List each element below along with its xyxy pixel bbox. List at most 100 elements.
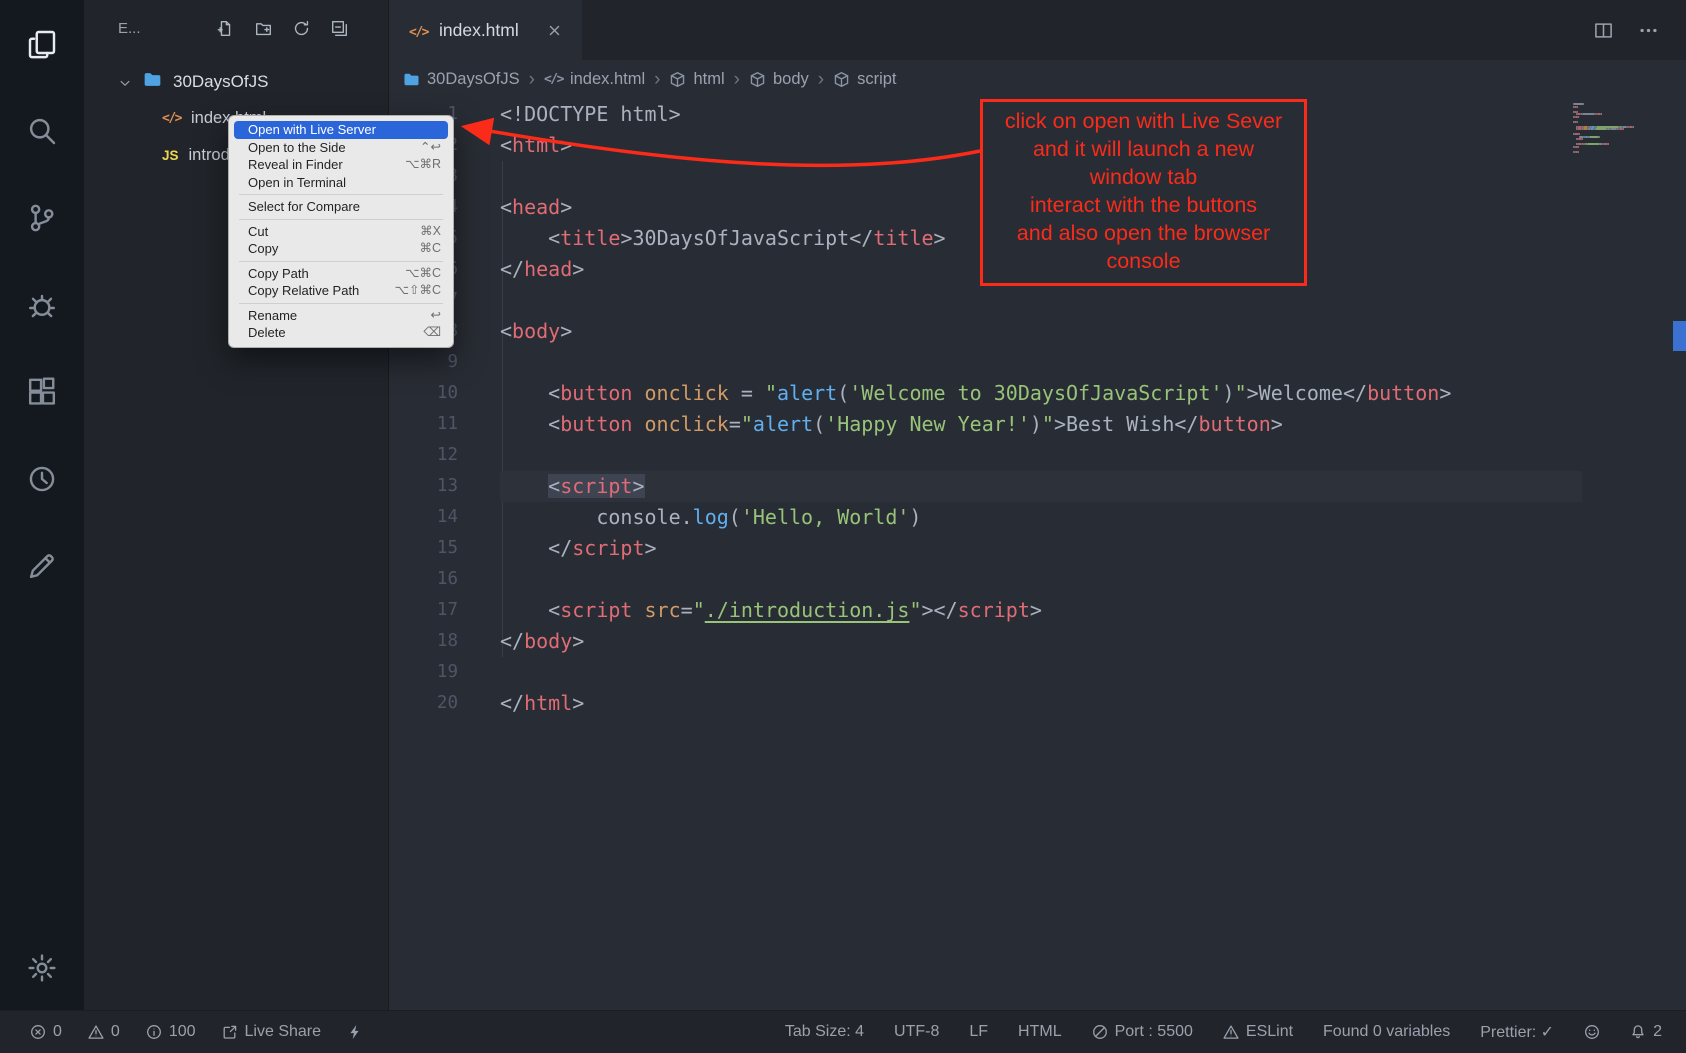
menu-item-open-to-the-side[interactable]: Open to the Side⌃↩ <box>229 139 453 157</box>
new-folder-button[interactable] <box>255 20 272 37</box>
status-eol[interactable]: LF <box>969 1023 988 1041</box>
status-encoding[interactable]: UTF-8 <box>894 1023 939 1041</box>
split-editor-button[interactable] <box>1594 21 1613 40</box>
status-language-mode[interactable]: HTML <box>1018 1023 1062 1041</box>
menu-item-open-with-live-server[interactable]: Open with Live Server <box>234 121 448 139</box>
menu-shortcut: ⌥⇧⌘C <box>395 282 441 300</box>
status-live-server-port[interactable]: Port : 5500 <box>1092 1023 1193 1041</box>
menu-shortcut: ↩ <box>431 307 441 325</box>
code-line-17: 17 <script src="./introduction.js"></scr… <box>389 595 1686 626</box>
line-number: 13 <box>389 471 458 502</box>
status-errors[interactable]: 0 <box>30 1023 62 1041</box>
breadcrumb-index-html[interactable]: </>index.html <box>544 70 645 89</box>
tab-label: index.html <box>439 20 519 41</box>
status-label: Found 0 variables <box>1323 1023 1450 1041</box>
menu-item-copy[interactable]: Copy⌘C <box>229 240 453 258</box>
menu-item-select-for-compare[interactable]: Select for Compare <box>229 198 453 216</box>
cube-icon <box>833 71 850 88</box>
breadcrumb-label: html <box>693 70 724 89</box>
code-text: console.log('Hello, World') <box>458 502 921 533</box>
new-file-icon <box>217 20 234 37</box>
status-notifications[interactable]: 2 <box>1630 1023 1662 1041</box>
explorer-icon <box>27 29 57 59</box>
breadcrumb-html[interactable]: html <box>669 70 724 89</box>
breadcrumb-30daysofjs[interactable]: 30DaysOfJS <box>403 70 520 89</box>
folder-icon <box>143 70 162 94</box>
code-text <box>458 440 500 471</box>
activity-feedback[interactable] <box>0 522 84 609</box>
menu-item-rename[interactable]: Rename ↩ <box>229 307 453 325</box>
refresh-button[interactable] <box>293 20 310 37</box>
activity-explorer[interactable] <box>0 0 84 87</box>
menu-separator <box>239 261 443 262</box>
menu-item-reveal-in-finder[interactable]: Reveal in Finder⌥⌘R <box>229 156 453 174</box>
menu-item-open-in-terminal[interactable]: Open in Terminal <box>229 174 453 192</box>
status-label: 0 <box>53 1023 62 1041</box>
code-icon: </> <box>162 110 181 128</box>
status-label: 2 <box>1653 1023 1662 1041</box>
collapse-all-button[interactable] <box>331 20 348 37</box>
code-text <box>458 161 500 192</box>
code-line-11: 11 <button onclick="alert('Happy New Yea… <box>389 409 1686 440</box>
activity-history[interactable] <box>0 435 84 522</box>
new-folder-icon <box>255 20 272 37</box>
status-label: HTML <box>1018 1023 1062 1041</box>
activity-extensions[interactable] <box>0 348 84 435</box>
context-menu: Open with Live ServerOpen to the Side⌃↩R… <box>228 115 454 348</box>
menu-item-label: Open with Live Server <box>248 121 376 139</box>
tab-index-html[interactable]: </> index.html <box>389 0 582 60</box>
lightning-icon <box>347 1024 363 1040</box>
history-icon <box>27 464 57 494</box>
feedback-icon <box>27 551 57 581</box>
menu-item-cut[interactable]: Cut⌘X <box>229 223 453 241</box>
minimap[interactable] <box>1573 103 1665 153</box>
activity-settings-gear[interactable] <box>0 932 84 1004</box>
activity-debug[interactable] <box>0 261 84 348</box>
breadcrumb-body[interactable]: body <box>749 70 809 89</box>
code-text: <head> <box>458 192 572 223</box>
status-info-count[interactable]: 100 <box>146 1023 196 1041</box>
cube-icon <box>749 71 766 88</box>
status-prettier[interactable]: Prettier: ✓ <box>1480 1022 1554 1042</box>
new-file-button[interactable] <box>217 20 234 37</box>
status-label: LF <box>969 1023 988 1041</box>
code-line-13: 13 <script> <box>389 471 1686 502</box>
menu-item-label: Copy Path <box>248 265 309 283</box>
status-quick-action[interactable] <box>347 1024 363 1040</box>
breadcrumb-label: body <box>773 70 809 89</box>
status-warnings[interactable]: 0 <box>88 1023 120 1041</box>
status-eslint[interactable]: ESLint <box>1223 1023 1293 1041</box>
annotation-line: click on open with Live Sever <box>987 107 1300 135</box>
status-label: UTF-8 <box>894 1023 939 1041</box>
menu-item-copy-relative-path[interactable]: Copy Relative Path⌥⇧⌘C <box>229 282 453 300</box>
source-control-icon <box>27 203 57 233</box>
status-variables-found[interactable]: Found 0 variables <box>1323 1023 1450 1041</box>
more-actions-button[interactable] <box>1639 21 1658 40</box>
breadcrumb-script[interactable]: script <box>833 70 896 89</box>
code-text: <script src="./introduction.js"></script… <box>458 595 1042 626</box>
status-bar-left: 0 0 100 Live Share <box>30 1023 363 1041</box>
split-editor-icon <box>1594 21 1613 40</box>
code-line-20: 20</html> <box>389 688 1686 719</box>
tree-root-folder[interactable]: 30DaysOfJS <box>84 64 388 100</box>
annotation-line: interact with the buttons <box>987 191 1300 219</box>
chevron-down-icon <box>118 76 132 90</box>
code-line-18: 18</body> <box>389 626 1686 657</box>
annotation-line: console <box>987 247 1300 275</box>
menu-item-delete[interactable]: Delete⌫ <box>229 324 453 342</box>
status-feedback-smiley[interactable] <box>1584 1024 1600 1040</box>
status-tab-size[interactable]: Tab Size: 4 <box>785 1023 864 1041</box>
activity-source-control[interactable] <box>0 174 84 261</box>
menu-separator <box>239 194 443 195</box>
activity-bar-top <box>0 0 84 609</box>
code-icon: </> <box>409 24 428 41</box>
status-live-share[interactable]: Live Share <box>222 1023 322 1041</box>
menu-item-label: Rename <box>248 307 297 325</box>
status-label: 0 <box>111 1023 120 1041</box>
editor-actions <box>1594 0 1686 60</box>
activity-search[interactable] <box>0 87 84 174</box>
bell-icon <box>1630 1024 1646 1040</box>
close-tab-icon[interactable] <box>546 22 562 38</box>
menu-item-copy-path[interactable]: Copy Path⌥⌘C <box>229 265 453 283</box>
info-circle-icon <box>146 1024 162 1040</box>
